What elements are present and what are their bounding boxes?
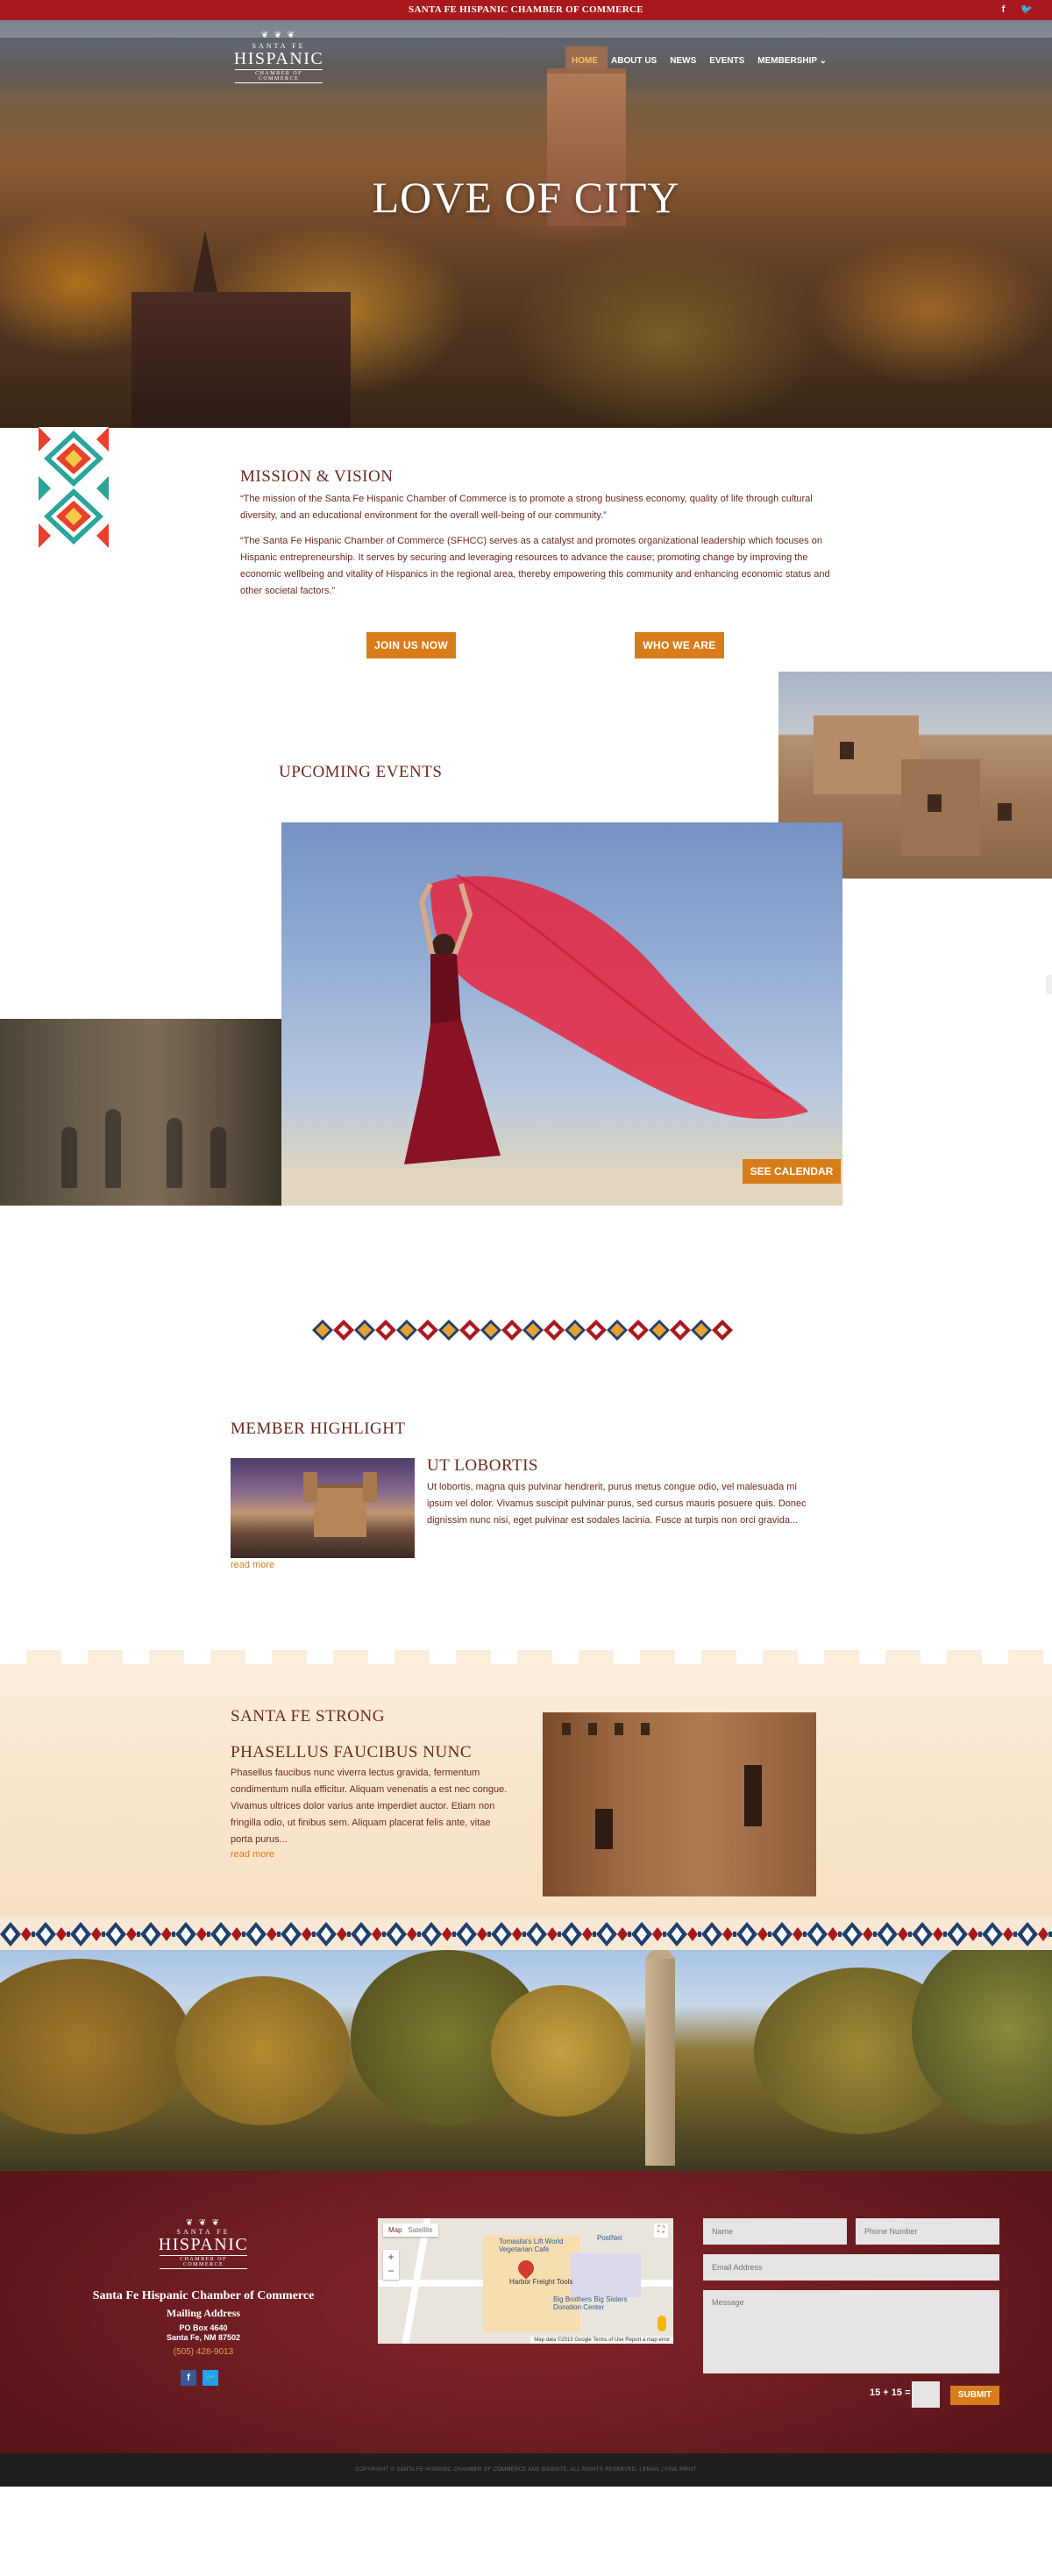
nav-membership[interactable]: MEMBERSHIP ⌄ xyxy=(757,56,827,66)
nav-home[interactable]: HOME xyxy=(572,56,598,66)
site-logo[interactable]: ❦ ❦ ❦ SANTA FE HISPANIC CHAMBER OF COMME… xyxy=(230,32,328,93)
dancer-image xyxy=(281,822,842,1206)
mission-title: MISSION & VISION xyxy=(240,467,394,486)
mountains xyxy=(0,38,1052,90)
vision-statement: “The Santa Fe Hispanic Chamber of Commer… xyxy=(240,536,830,596)
cathedral xyxy=(303,1472,377,1537)
map-poi: Big Brothers Big Sisters Donation Center xyxy=(553,2295,628,2311)
wall-beam xyxy=(615,1723,623,1735)
message-textarea[interactable] xyxy=(703,2290,999,2373)
dancer-illustration xyxy=(281,873,842,1206)
scroll-tab[interactable] xyxy=(1046,975,1052,994)
main-nav: HOME ABOUT US NEWS EVENTS MEMBERSHIP ⌄ xyxy=(572,56,840,66)
join-us-button[interactable]: JOIN US NOW xyxy=(366,632,456,658)
footer-mailing-label: Mailing Address xyxy=(166,2307,241,2319)
footer-address: PO Box 4640 Santa Fe, NM 87502 xyxy=(70,2323,337,2343)
map-zoom-control[interactable]: + − xyxy=(383,2250,399,2280)
footer-logo[interactable]: ❦ ❦ ❦ SANTA FE HISPANIC CHAMBER OF COMME… xyxy=(154,2218,252,2276)
logo-line2: HISPANIC xyxy=(233,49,324,68)
tree xyxy=(491,1985,631,2117)
tree xyxy=(175,1976,351,2125)
tribal-band xyxy=(0,1917,1052,1952)
copyright-bar: COPYRIGHT © SANTA FE HISPANIC CHAMBER OF… xyxy=(0,2453,1052,2487)
pedestrian xyxy=(105,1109,121,1188)
facebook-icon[interactable]: f xyxy=(1002,4,1006,15)
twitter-icon[interactable]: 🐦 xyxy=(1020,4,1033,15)
footer-phone[interactable]: (505) 428-9013 xyxy=(70,2347,337,2357)
wall-window xyxy=(595,1809,613,1849)
top-bar: SANTA FE HISPANIC CHAMBER OF COMMERCE f … xyxy=(0,0,1052,20)
fullscreen-icon[interactable]: ⛶ xyxy=(654,2224,668,2238)
nav-events[interactable]: EVENTS xyxy=(709,56,744,66)
name-input[interactable] xyxy=(703,2218,847,2245)
footer-city: Santa Fe, NM 87502 xyxy=(166,2333,241,2342)
santa-fe-strong-title: SANTA FE STRONG xyxy=(231,1707,385,1726)
strong-text: Phasellus faucibus nunc viverra lectus g… xyxy=(231,1768,508,1845)
adobe-window xyxy=(998,803,1012,821)
mission-statement: “The mission of the Santa Fe Hispanic Ch… xyxy=(240,494,813,521)
member-name: UT LOBORTIS xyxy=(427,1456,538,1475)
site-title: SANTA FE HISPANIC CHAMBER OF COMMERCE xyxy=(409,4,643,15)
adobe-wall-image xyxy=(543,1712,816,1896)
map-type-tabs[interactable]: Map Satellite xyxy=(383,2224,438,2237)
hero-image xyxy=(0,20,1052,428)
google-map[interactable]: Tomasita's Lift World Vegetarian Cafe Po… xyxy=(378,2218,673,2344)
nav-news[interactable]: NEWS xyxy=(670,56,696,66)
logo-ornament: ❦ ❦ ❦ xyxy=(260,31,297,40)
captcha-question: 15 + 15 = xyxy=(870,2387,911,2398)
plaza-park-image xyxy=(0,1950,1052,2171)
phone-input[interactable] xyxy=(856,2218,999,2245)
events-title: UPCOMING EVENTS xyxy=(279,763,443,781)
top-social: f 🐦 xyxy=(990,0,1033,20)
strong-read-more-link[interactable]: read more xyxy=(231,1849,274,1860)
tree xyxy=(0,1959,193,2134)
nav-about[interactable]: ABOUT US xyxy=(611,56,657,66)
satellite-tab[interactable]: Satellite xyxy=(408,2226,432,2234)
captcha-input[interactable] xyxy=(912,2381,940,2408)
pegman-icon[interactable] xyxy=(658,2316,666,2331)
pedestrian xyxy=(61,1127,77,1188)
submit-button[interactable]: SUBMIT xyxy=(950,2386,999,2405)
footer-po-box: PO Box 4640 xyxy=(179,2323,228,2332)
hero-title: LOVE OF CITY xyxy=(372,173,680,222)
map-attribution: Map data ©2019 Google Terms of Use Repor… xyxy=(530,2337,673,2344)
santa-fe-strong-section xyxy=(0,1650,1052,1929)
footer-logo-ornament: ❦ ❦ ❦ xyxy=(185,2218,222,2228)
see-calendar-button[interactable]: SEE CALENDAR xyxy=(743,1159,841,1184)
street-scene-image xyxy=(0,1019,281,1206)
facebook-icon[interactable]: f xyxy=(181,2370,196,2386)
member-read-more-link[interactable]: read more xyxy=(231,1560,274,1570)
tribal-divider xyxy=(312,1313,740,1347)
member-text: Ut lobortis, magna quis pulvinar hendrer… xyxy=(427,1482,807,1526)
map-tab[interactable]: Map xyxy=(388,2226,402,2234)
email-input[interactable] xyxy=(703,2254,999,2281)
who-we-are-button[interactable]: WHO WE ARE xyxy=(635,632,724,658)
pedestrian xyxy=(210,1127,226,1188)
wall-beam xyxy=(562,1723,571,1735)
map-parcel xyxy=(571,2253,641,2297)
church xyxy=(132,231,351,428)
twitter-icon[interactable]: 🐦 xyxy=(203,2370,218,2386)
wall-beam xyxy=(588,1723,597,1735)
wall-window xyxy=(744,1765,762,1826)
footer-org-name: Santa Fe Hispanic Chamber of Commerce xyxy=(92,2289,315,2302)
adobe-window xyxy=(840,742,854,759)
footer-logo-line2: HISPANIC xyxy=(158,2235,249,2254)
pedestrian xyxy=(167,1118,182,1188)
adobe-window xyxy=(928,794,942,812)
footer-logo-line3: CHAMBER OF COMMERCE xyxy=(160,2255,247,2269)
map-poi: Harbor Freight Tools xyxy=(509,2278,573,2286)
member-highlight-title: MEMBER HIGHLIGHT xyxy=(231,1420,406,1438)
logo-line3: CHAMBER OF COMMERCE xyxy=(235,69,323,83)
wall-beam xyxy=(641,1723,650,1735)
map-poi: PostNet xyxy=(597,2234,622,2242)
strong-subtitle: PHASELLUS FAUCIBUS NUNC xyxy=(231,1743,473,1761)
torn-edge xyxy=(0,1650,1052,1664)
soldiers-monument xyxy=(645,1950,675,2166)
tribal-pattern-decoration xyxy=(39,427,109,548)
map-poi: Tomasita's Lift World Vegetarian Cafe xyxy=(499,2238,564,2253)
cathedral-image xyxy=(231,1458,415,1558)
